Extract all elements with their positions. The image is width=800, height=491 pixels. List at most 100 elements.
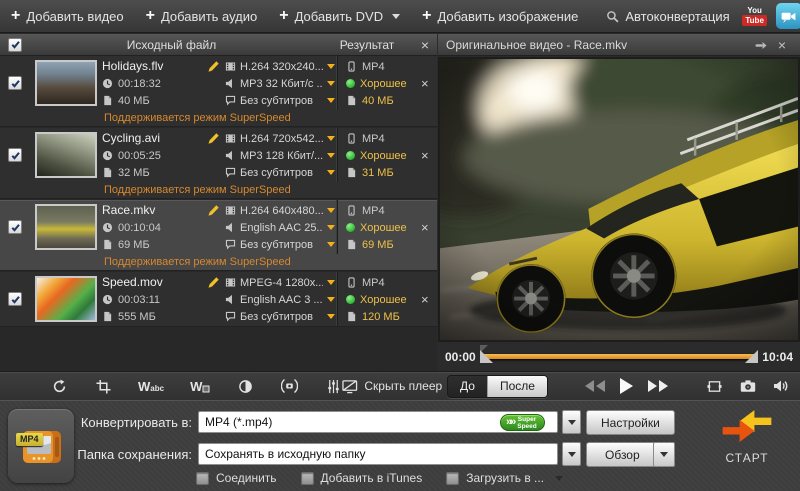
- video-chat-icon[interactable]: [776, 3, 800, 29]
- file-row-selected[interactable]: Race.mkv 00:10:04 69 МБ H.264 640x480...…: [0, 200, 437, 271]
- output-size: 69 МБ: [362, 239, 394, 251]
- hide-player-button[interactable]: Скрыть плеер: [342, 379, 450, 394]
- snapshot-button[interactable]: [739, 377, 757, 395]
- trim-end-handle[interactable]: [745, 350, 758, 363]
- stabilization-button[interactable]: [280, 377, 298, 395]
- crop-button[interactable]: [94, 377, 112, 395]
- subtitles-icon: [225, 239, 236, 250]
- fullscreen-button[interactable]: [706, 377, 724, 395]
- rotate-button[interactable]: [50, 377, 68, 395]
- file-name: Cycling.avi: [102, 130, 207, 147]
- subtitles-dropdown[interactable]: Без субтитров: [225, 92, 337, 109]
- add-dvd-button[interactable]: + Добавить DVD: [268, 0, 411, 32]
- subtitles-dropdown[interactable]: Без субтитров: [225, 308, 337, 325]
- edit-tools: Wabc W Скрыть плеер: [0, 372, 437, 400]
- text-watermark-button[interactable]: Wabc: [138, 379, 164, 394]
- subtitles-icon: [225, 95, 236, 106]
- edit-pencil-button[interactable]: [207, 130, 225, 182]
- trim-start-handle[interactable]: [480, 350, 493, 363]
- levels-button[interactable]: [324, 377, 342, 395]
- start-button[interactable]: СТАРТ: [708, 407, 786, 465]
- add-audio-label: Добавить аудио: [161, 9, 257, 24]
- youtube-icon[interactable]: You Tube: [741, 3, 769, 30]
- autoconvert-button[interactable]: Автоконвертация: [595, 0, 740, 32]
- folder-dropdown-button[interactable]: [562, 442, 581, 466]
- file-icon: [102, 239, 113, 250]
- row-checkbox[interactable]: [8, 220, 22, 234]
- remove-file-button[interactable]: ×: [421, 128, 437, 182]
- video-format-dropdown[interactable]: H.264 720x542...: [225, 130, 337, 147]
- check-icon: [10, 78, 21, 89]
- pin-player-button[interactable]: [752, 37, 772, 53]
- edit-pencil-button[interactable]: [207, 274, 225, 326]
- file-row[interactable]: Cycling.avi 00:05:25 32 МБ H.264 720x542…: [0, 128, 437, 199]
- player-timeline: 00:00 10:04: [438, 342, 800, 371]
- plus-icon: +: [11, 8, 20, 24]
- quality-label: Хорошее: [360, 78, 407, 90]
- file-icon: [102, 95, 113, 106]
- output-size: 40 МБ: [362, 95, 394, 107]
- output-size: 31 МБ: [362, 167, 394, 179]
- join-checkbox[interactable]: Соединить: [196, 471, 277, 485]
- quality-dot-icon: [346, 79, 355, 88]
- audio-format-dropdown[interactable]: English AAC 25...: [225, 219, 337, 236]
- image-watermark-button[interactable]: W: [190, 379, 210, 394]
- file-icon: [102, 167, 113, 178]
- before-button[interactable]: До: [448, 376, 487, 397]
- after-button[interactable]: После: [487, 376, 547, 397]
- clock-icon: [102, 222, 113, 233]
- rewind-button[interactable]: [585, 380, 605, 392]
- file-row[interactable]: Speed.mov 00:03:11 555 МБ MPEG-4 1280x..…: [0, 272, 437, 327]
- play-button[interactable]: [620, 378, 633, 394]
- remove-file-button[interactable]: ×: [421, 56, 437, 110]
- close-player-button[interactable]: ×: [772, 37, 792, 53]
- chevron-down-icon: [327, 81, 335, 86]
- video-format-dropdown[interactable]: MPEG-4 1280x...: [225, 274, 337, 291]
- check-icon: [10, 222, 21, 233]
- settings-button[interactable]: Настройки: [586, 410, 675, 435]
- row-checkbox[interactable]: [8, 76, 22, 90]
- edit-pencil-button[interactable]: [207, 58, 225, 110]
- chevron-down-icon: [327, 297, 335, 302]
- select-all-checkbox[interactable]: [8, 38, 22, 52]
- video-preview: [438, 57, 800, 342]
- remove-all-button[interactable]: ×: [413, 37, 437, 53]
- subtitles-dropdown[interactable]: Без субтитров: [225, 236, 337, 253]
- file-duration: 00:10:04: [118, 222, 161, 234]
- add-image-label: Добавить изображение: [437, 9, 578, 24]
- audio-format-dropdown[interactable]: MP3 32 Кбит/с ...: [225, 75, 337, 92]
- remove-file-button[interactable]: ×: [421, 200, 437, 254]
- clock-icon: [102, 294, 113, 305]
- save-folder-input[interactable]: [198, 443, 558, 465]
- row-checkbox[interactable]: [8, 292, 22, 306]
- file-row[interactable]: Holidays.flv 00:18:32 40 МБ H.264 320x24…: [0, 56, 437, 127]
- volume-button[interactable]: [772, 377, 790, 395]
- row-checkbox[interactable]: [8, 148, 22, 162]
- subtitles-icon: [225, 167, 236, 178]
- output-format: MP4: [362, 277, 385, 289]
- edit-pencil-button[interactable]: [207, 202, 225, 254]
- add-video-button[interactable]: + Добавить видео: [0, 0, 135, 32]
- remove-file-button[interactable]: ×: [421, 272, 437, 326]
- audio-format-dropdown[interactable]: English AAC 3 ...: [225, 291, 337, 308]
- video-format-dropdown[interactable]: H.264 640x480...: [225, 202, 337, 219]
- search-icon: [606, 10, 619, 23]
- add-image-button[interactable]: + Добавить изображение: [411, 0, 589, 32]
- seek-bar[interactable]: [483, 354, 756, 359]
- output-format: MP4: [362, 133, 385, 145]
- chevron-down-icon: [327, 64, 335, 69]
- add-to-itunes-checkbox[interactable]: Добавить в iTunes: [301, 471, 423, 485]
- browse-dropdown-button[interactable]: [653, 442, 675, 467]
- upload-to-checkbox[interactable]: Загрузить в ...: [446, 471, 563, 485]
- quality-dot-icon: [346, 151, 355, 160]
- add-audio-button[interactable]: + Добавить аудио: [135, 0, 269, 32]
- contrast-button[interactable]: [236, 377, 254, 395]
- subtitles-dropdown[interactable]: Без субтитров: [225, 164, 337, 181]
- file-size: 555 МБ: [118, 311, 156, 323]
- browse-button[interactable]: Обзор: [586, 442, 659, 467]
- share-icons: You Tube VK: [741, 3, 800, 30]
- format-dropdown-button[interactable]: [562, 410, 581, 434]
- audio-format-dropdown[interactable]: MP3 128 Кбит/...: [225, 147, 337, 164]
- fast-forward-button[interactable]: [648, 380, 668, 392]
- video-format-dropdown[interactable]: H.264 320x240...: [225, 58, 337, 75]
